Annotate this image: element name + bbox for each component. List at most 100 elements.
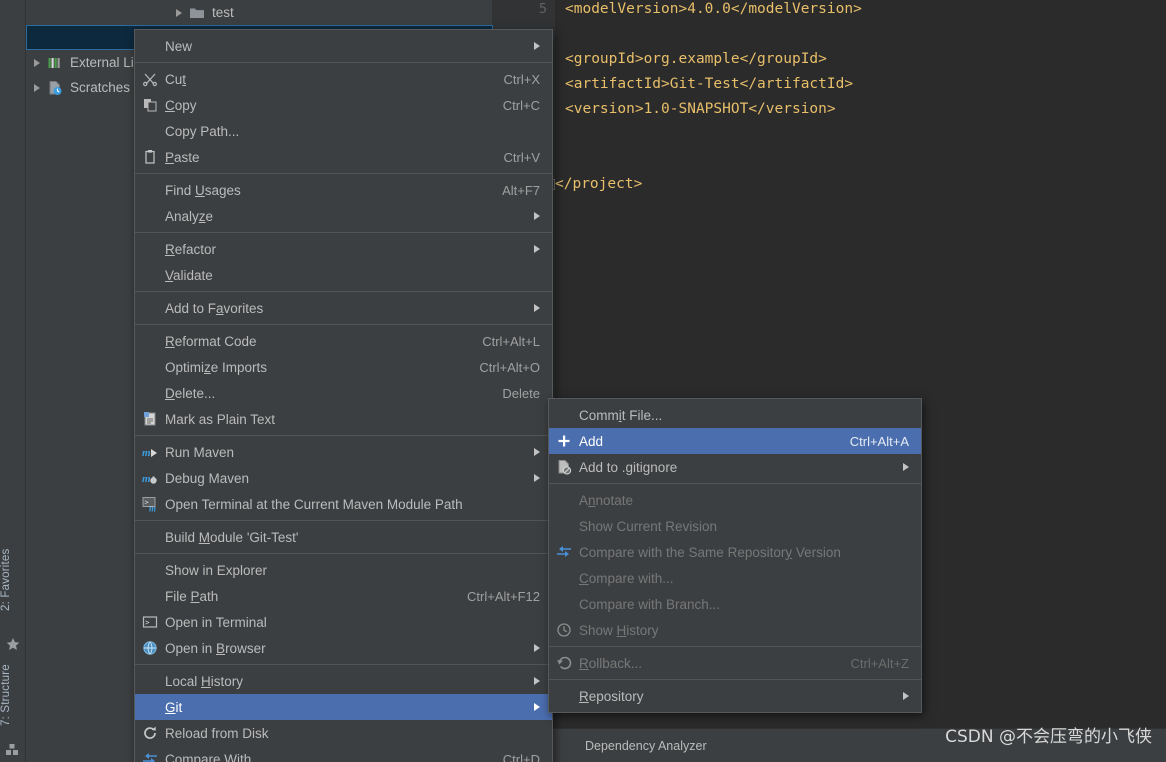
copy-icon <box>141 97 158 113</box>
menu-item-validate[interactable]: Validate <box>135 262 552 288</box>
menu-item-show-in-explorer[interactable]: Show in Explorer <box>135 557 552 583</box>
menu-item-rollback: Rollback... Ctrl+Alt+Z <box>549 650 921 676</box>
favorites-label: 2: Favorites <box>0 548 12 612</box>
menu-item-paste[interactable]: Paste Ctrl+V <box>135 144 552 170</box>
menu-item-label: Delete... <box>165 385 216 401</box>
scissors-icon <box>141 71 158 87</box>
menu-item-label: Build Module 'Git-Test' <box>165 529 299 545</box>
menu-item-refactor[interactable]: Refactor <box>135 236 552 262</box>
menu-item-label: Add to Favorites <box>165 300 264 316</box>
rollback-icon <box>555 655 572 671</box>
menu-separator <box>135 553 552 554</box>
reload-icon <box>141 725 158 741</box>
menu-item-copy[interactable]: Copy Ctrl+C <box>135 92 552 118</box>
menu-item-icon-none <box>141 300 158 316</box>
menu-item-icon-none <box>141 699 158 715</box>
menu-item-git[interactable]: Git <box>135 694 552 720</box>
scratches-icon <box>47 80 64 96</box>
expand-arrow-icon[interactable] <box>176 8 182 17</box>
menu-item-annotate: Annotate <box>549 487 921 513</box>
menu-item-add-to-gitignore[interactable]: Add to .gitignore <box>549 454 921 480</box>
menu-item-find-usages[interactable]: Find Usages Alt+F7 <box>135 177 552 203</box>
menu-item-label: Validate <box>165 267 213 283</box>
tab-dependency-analyzer[interactable]: Dependency Analyzer <box>585 739 707 753</box>
submenu-arrow-icon <box>534 245 540 253</box>
menu-item-label: Paste <box>165 149 200 165</box>
code-line: <artifactId>Git-Test</artifactId> <box>565 76 854 92</box>
menu-item-file-path[interactable]: File Path Ctrl+Alt+F12 <box>135 583 552 609</box>
menu-item-add-to-favorites[interactable]: Add to Favorites <box>135 295 552 321</box>
menu-item-label: Show History <box>579 622 659 638</box>
svg-text:m: m <box>142 447 151 459</box>
menu-item-shortcut: Ctrl+V <box>503 149 540 165</box>
code-line: <groupId>org.example</groupId> <box>565 51 827 67</box>
menu-item-shortcut: Ctrl+Alt+F12 <box>467 588 540 604</box>
menu-item-shortcut: Alt+F7 <box>502 182 540 198</box>
structure-icon <box>6 744 18 755</box>
star-icon <box>6 638 20 650</box>
menu-item-open-in-terminal[interactable]: >_ Open in Terminal <box>135 609 552 635</box>
menu-item-run-maven[interactable]: m Run Maven <box>135 439 552 465</box>
menu-item-debug-maven[interactable]: m Debug Maven <box>135 465 552 491</box>
menu-item-cut[interactable]: Cut Ctrl+X <box>135 66 552 92</box>
paste-icon <box>141 149 158 165</box>
menu-item-reformat-code[interactable]: Reformat Code Ctrl+Alt+L <box>135 328 552 354</box>
menu-item-shortcut: Ctrl+Alt+L <box>482 333 540 349</box>
menu-item-label: Find Usages <box>165 182 241 198</box>
menu-item-label: Annotate <box>579 492 634 508</box>
menu-item-label: Run Maven <box>165 444 235 460</box>
menu-item-build-module-git-test[interactable]: Build Module 'Git-Test' <box>135 524 552 550</box>
menu-item-commit-file[interactable]: Commit File... <box>549 402 921 428</box>
menu-separator <box>135 520 552 521</box>
code-line: </project> <box>555 176 643 192</box>
terminal-icon: >_ <box>141 614 158 630</box>
menu-item-shortcut: Ctrl+Alt+Z <box>850 655 909 671</box>
menu-item-compare-with-the-same-repository-version: Compare with the Same Repository Version <box>549 539 921 565</box>
menu-item-label: Compare with Branch... <box>579 596 721 612</box>
menu-item-label: New <box>165 38 193 54</box>
menu-item-label: Compare with... <box>579 570 674 586</box>
submenu-arrow-icon <box>534 212 540 220</box>
git-submenu[interactable]: Commit File... Add Ctrl+Alt+A Add to .gitig… <box>548 398 922 713</box>
plus-icon <box>555 433 572 449</box>
menu-item-repository[interactable]: Repository <box>549 683 921 709</box>
menu-separator <box>135 232 552 233</box>
expand-arrow-icon[interactable] <box>34 83 40 92</box>
menu-item-new[interactable]: New <box>135 33 552 59</box>
tree-item-test[interactable]: test <box>26 0 493 25</box>
menu-item-icon-none <box>555 596 572 612</box>
menu-item-label: Reload from Disk <box>165 725 269 741</box>
menu-separator <box>549 679 921 680</box>
submenu-arrow-icon <box>534 448 540 456</box>
toolwindow-button-structure[interactable]: 7: Structure <box>0 652 26 738</box>
menu-item-icon-none <box>141 588 158 604</box>
expand-arrow-icon[interactable] <box>34 58 40 67</box>
plain-text-icon <box>141 411 158 427</box>
menu-item-label: Cut <box>165 71 187 87</box>
menu-item-label: Open Terminal at the Current Maven Modul… <box>165 496 463 512</box>
menu-separator <box>135 62 552 63</box>
menu-item-open-in-browser[interactable]: Open in Browser <box>135 635 552 661</box>
menu-item-icon-none <box>555 570 572 586</box>
menu-item-mark-as-plain-text[interactable]: Mark as Plain Text <box>135 406 552 432</box>
folder-icon <box>189 5 206 21</box>
toolwindow-button-favorites[interactable]: 2: Favorites <box>0 534 26 626</box>
menu-item-optimize-imports[interactable]: Optimize Imports Ctrl+Alt+O <box>135 354 552 380</box>
menu-item-reload-from-disk[interactable]: Reload from Disk <box>135 720 552 746</box>
file-context-menu[interactable]: New Cut Ctrl+X Copy Ctrl+C Copy Path... Paste C… <box>134 29 553 762</box>
menu-item-open-terminal-at-the-current-maven-module-path[interactable]: >_ m Open Terminal at the Current Maven Mo… <box>135 491 552 517</box>
menu-item-local-history[interactable]: Local History <box>135 668 552 694</box>
menu-item-compare-with[interactable]: Compare With... Ctrl+D <box>135 746 552 762</box>
menu-item-icon-none <box>555 518 572 534</box>
menu-item-label: Git <box>165 699 183 715</box>
line-number: 5 <box>538 1 547 17</box>
menu-item-label: Open in Browser <box>165 640 266 656</box>
menu-item-copy-path[interactable]: Copy Path... <box>135 118 552 144</box>
menu-item-analyze[interactable]: Analyze <box>135 203 552 229</box>
menu-item-icon-none <box>141 208 158 224</box>
menu-item-delete[interactable]: Delete... Delete <box>135 380 552 406</box>
submenu-arrow-icon <box>534 42 540 50</box>
menu-item-icon-none <box>555 688 572 704</box>
menu-item-add[interactable]: Add Ctrl+Alt+A <box>549 428 921 454</box>
submenu-arrow-icon <box>534 677 540 685</box>
